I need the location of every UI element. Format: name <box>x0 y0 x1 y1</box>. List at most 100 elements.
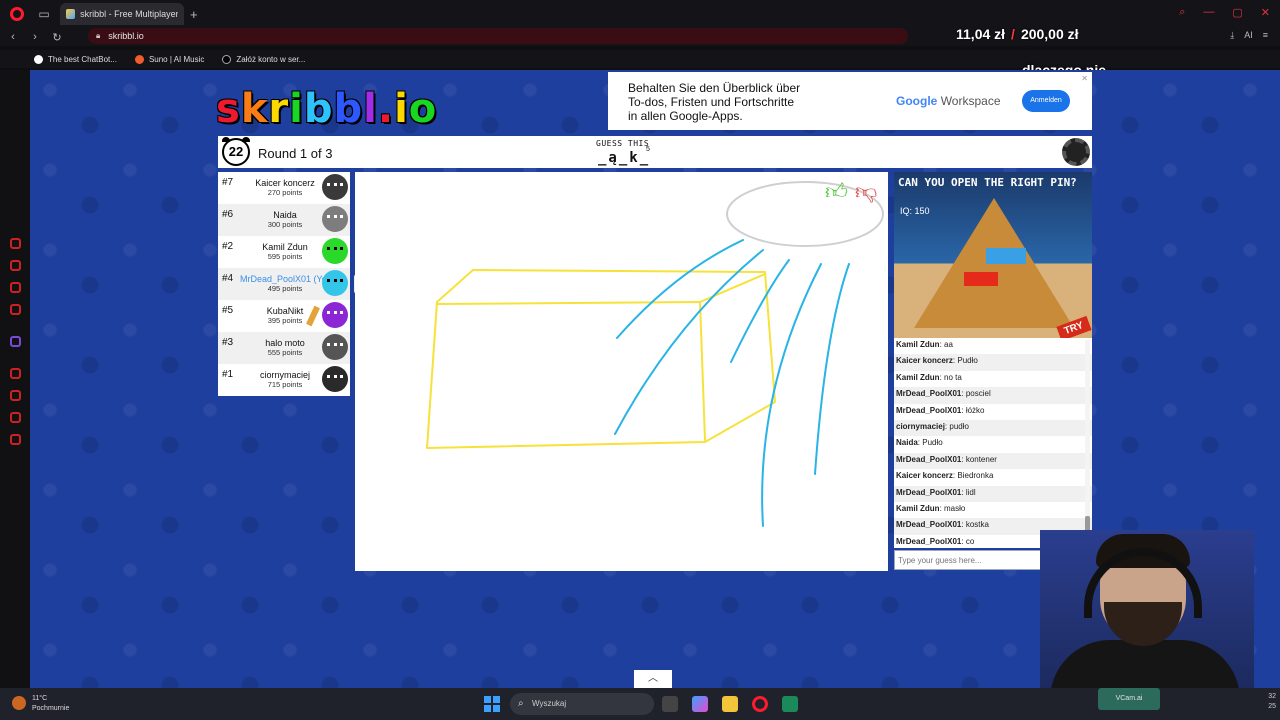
thumbs-down-icon[interactable]: 👎︎ <box>855 178 877 205</box>
chat-user: Kamil Zdun <box>896 503 940 513</box>
logo-letter: b <box>333 86 364 132</box>
bookmark-chatbot[interactable]: The best ChatBot... <box>34 54 117 64</box>
chat-text: lidl <box>965 487 976 497</box>
ad-signin-button[interactable]: Anmelden <box>1022 90 1070 112</box>
opera-icon[interactable] <box>752 696 768 712</box>
sidebar-app-icon[interactable] <box>10 282 21 293</box>
menu-icon[interactable]: ≡ <box>1263 30 1268 41</box>
player-rank: #2 <box>222 241 234 252</box>
twitch-icon[interactable] <box>10 336 21 347</box>
player-name: MrDead_PoolX01 (You) <box>240 274 330 284</box>
task-view-icon[interactable] <box>662 696 678 712</box>
avatar-eyes-icon <box>327 311 343 315</box>
workspaces-icon[interactable]: ▭ <box>34 7 54 21</box>
back-button[interactable]: ‹ <box>4 31 22 43</box>
timer-clock: 22 <box>222 137 250 166</box>
bookmark-x[interactable]: Załóż konto w ser... <box>222 54 306 64</box>
ad-line: Behalten Sie den Überblick über <box>628 81 801 95</box>
browser-tab[interactable]: skribbl - Free Multiplayer D <box>60 3 184 25</box>
word-length: 5 <box>646 146 650 153</box>
file-explorer-icon[interactable] <box>722 696 738 712</box>
drawing-canvas[interactable]: 👍︎ 👎︎ <box>355 172 888 571</box>
chat-text: masło <box>944 503 966 513</box>
streamer-webcam <box>1040 530 1254 690</box>
new-tab-button[interactable]: + <box>190 7 198 22</box>
clock[interactable]: 32 25 <box>1268 692 1276 712</box>
ai-button[interactable]: AI <box>1244 30 1253 41</box>
player-row[interactable]: #1 ciornymaciej 715 points <box>218 364 350 396</box>
taskbar-search[interactable]: ⌕ Wyszukaj <box>510 693 654 715</box>
settings-icon[interactable] <box>10 434 21 445</box>
ad-iq: IQ: 150 <box>900 206 930 216</box>
app-icon[interactable] <box>782 696 798 712</box>
google-workspace-ad[interactable]: Behalten Sie den Überblick über To-dos, … <box>608 72 1092 130</box>
chat-text: aa <box>944 340 953 349</box>
sidebar-app-icon[interactable] <box>10 368 21 379</box>
ad-line: in allen Google-Apps. <box>628 109 743 123</box>
windows-start-icon[interactable] <box>484 696 500 712</box>
avatar-eyes-icon <box>327 375 343 379</box>
game-header: 22 Round 1 of 3 GUESS THIS _ą_k_ 5 <box>218 136 1092 168</box>
player-avatar <box>322 366 348 392</box>
window-controls: ⌕ — ▢ ✕ <box>1179 6 1270 19</box>
puzzle-game-ad[interactable]: CAN YOU OPEN THE RIGHT PIN? IQ: 150 TRY <box>894 172 1092 338</box>
chat-message: Kamil Zdun: no ta <box>896 372 962 382</box>
minimize-button[interactable]: — <box>1203 6 1214 19</box>
chat-scrollbar[interactable] <box>1085 340 1090 544</box>
donation-current: 11,04 zł <box>956 26 1006 42</box>
chat-user: Kaicer koncerz <box>896 471 953 481</box>
weather-desc: Pochmurnie <box>32 705 70 712</box>
avatar-eyes-icon <box>327 343 343 347</box>
tab-title: skribbl - Free Multiplayer D <box>80 9 178 19</box>
weather-widget[interactable]: 11°C Pochmurnie <box>10 694 69 714</box>
logo-letter: k <box>240 86 269 132</box>
sidebar-app-icon[interactable] <box>10 260 21 271</box>
ad-close-icon[interactable]: ✕ <box>1081 74 1088 83</box>
copilot-icon[interactable] <box>692 696 708 712</box>
player-row[interactable]: #3 halo moto 555 points <box>218 332 350 364</box>
skribbl-logo[interactable]: skribbl.io <box>216 86 437 132</box>
player-row-self[interactable]: #4 MrDead_PoolX01 (You) 495 points <box>218 268 350 300</box>
chevron-up-icon[interactable]: ︿ <box>634 670 672 688</box>
sidebar-app-icon[interactable] <box>10 412 21 423</box>
opera-logo-icon[interactable] <box>10 7 24 21</box>
bookmark-suno[interactable]: Suno | AI Music <box>134 54 204 64</box>
browser-tab-bar: ▭ skribbl - Free Multiplayer D + ⌕ — ▢ ✕ <box>0 0 1280 28</box>
search-icon: ⌕ <box>518 698 524 709</box>
start-tile <box>493 705 500 712</box>
forward-button[interactable]: › <box>26 31 44 43</box>
settings-gear-icon[interactable] <box>1062 138 1090 166</box>
player-row[interactable]: #6 Naida 300 points <box>218 204 350 236</box>
search-icon[interactable]: ⌕ <box>1179 6 1185 19</box>
chat-user: Kamil Zdun <box>896 340 940 349</box>
sidebar-app-icon[interactable] <box>10 238 21 249</box>
logo-letter: i <box>394 86 409 132</box>
drawing-strokes <box>426 181 884 527</box>
history-icon[interactable] <box>10 390 21 401</box>
chat-text: kontener <box>965 454 997 464</box>
thumbs-up-icon[interactable]: 👍︎ <box>825 178 848 205</box>
sidebar-app-icon[interactable] <box>10 304 21 315</box>
weather-temp: 11°C <box>32 695 48 702</box>
url-text: skribbl.io <box>108 31 144 41</box>
chat-user: MrDead_PoolX01 <box>896 389 962 399</box>
url-field[interactable]: 🔒︎ skribbl.io <box>88 28 908 44</box>
close-button[interactable]: ✕ <box>1261 6 1270 19</box>
player-row[interactable]: #2 Kamil Zdun 595 points <box>218 236 350 268</box>
maximize-button[interactable]: ▢ <box>1232 6 1242 19</box>
ad-title: CAN YOU OPEN THE RIGHT PIN? <box>898 176 1077 189</box>
chat-text: kostka <box>965 520 989 530</box>
ad-line: To-dos, Fristen und Fortschritte <box>628 95 795 109</box>
player-row[interactable]: #7 Kaicer koncerz 270 points <box>218 172 350 204</box>
reload-button[interactable]: ↻ <box>48 31 66 44</box>
bookmark-label: Załóż konto w ser... <box>236 54 306 64</box>
download-icon[interactable]: ⤓ <box>1230 30 1234 41</box>
player-avatar <box>322 270 348 296</box>
weather-icon <box>12 696 26 710</box>
player-row[interactable]: #5 KubaNikt 395 points <box>218 300 350 332</box>
clock-time: 32 <box>1268 693 1276 700</box>
chat-message: ciornymaciej: pudło <box>894 419 1092 437</box>
logo-letter: l <box>363 86 378 132</box>
avatar-eyes-icon <box>327 247 343 251</box>
lock-icon: 🔒︎ <box>96 31 101 40</box>
